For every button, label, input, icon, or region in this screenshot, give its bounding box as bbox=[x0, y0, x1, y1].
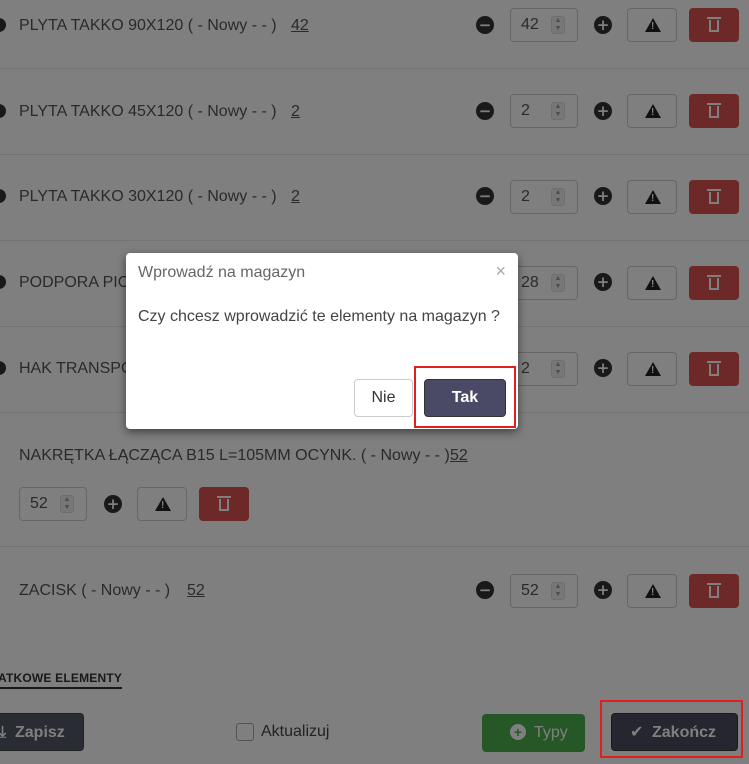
highlight-box bbox=[414, 366, 516, 428]
dialog-title: Wprowadź na magazyn bbox=[138, 264, 306, 281]
dialog-message: Czy chcesz wprowadzić te elementy na mag… bbox=[138, 308, 500, 325]
close-icon[interactable]: × bbox=[495, 261, 506, 282]
highlight-box bbox=[600, 700, 743, 758]
no-button[interactable]: Nie bbox=[354, 379, 413, 417]
